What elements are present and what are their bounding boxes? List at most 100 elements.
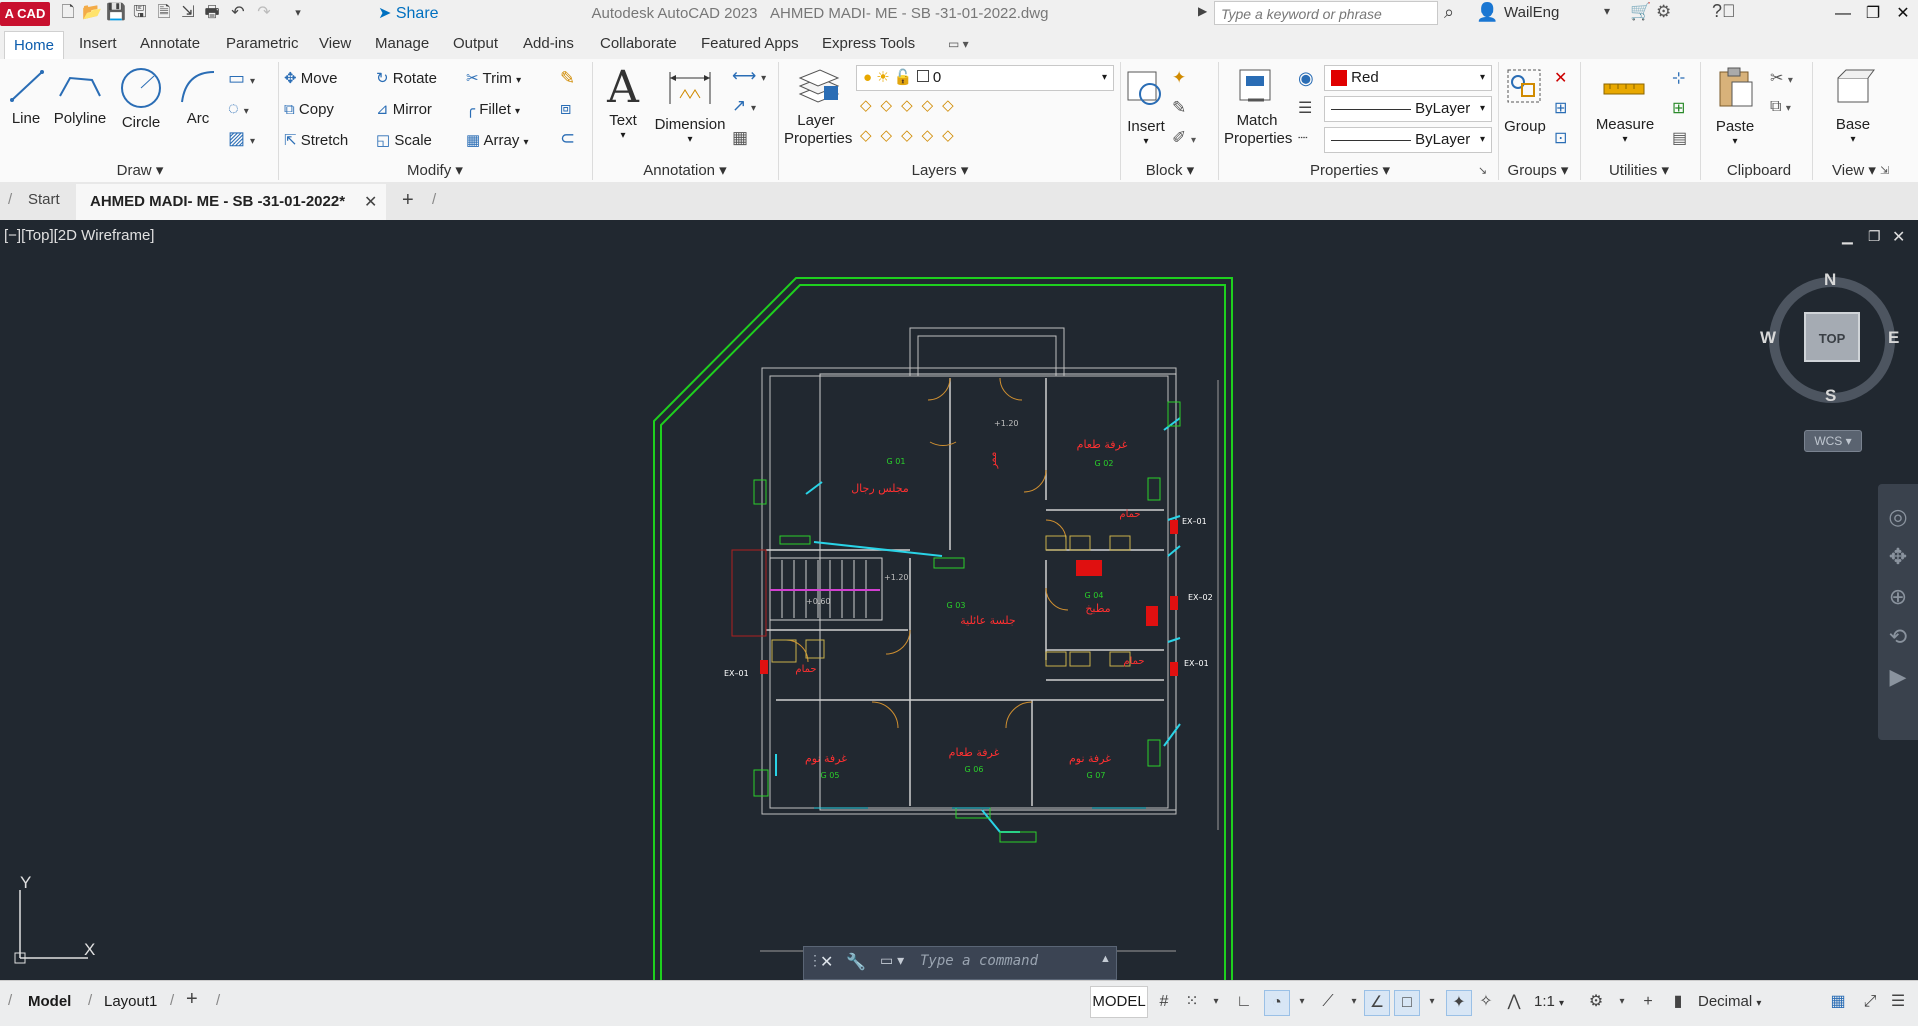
ribbon-minimize-icon[interactable]: ▭ ▾ (948, 29, 969, 59)
snap-icon[interactable]: ⁙ (1180, 990, 1204, 1014)
utilities-panel-title[interactable]: Utilities ▾ (1594, 160, 1684, 182)
file-tab-active[interactable]: AHMED MADI- ME - SB -31-01-2022* (76, 184, 386, 220)
share-button[interactable]: ➤ Share (378, 3, 439, 25)
gradient-icon[interactable]: ▨ ▾ (228, 128, 255, 149)
autodesk-app-icon[interactable]: ⚙ (1656, 2, 1671, 22)
application-menu-button[interactable]: A CAD (0, 2, 50, 26)
tab-output[interactable]: Output (453, 29, 498, 59)
open-from-web-icon[interactable]: 🗎 (154, 3, 174, 23)
import-icon[interactable]: ⇲ (178, 3, 198, 23)
rotate-tool[interactable]: ↻ Rotate (376, 66, 437, 92)
polar-tracking-icon[interactable]: ◔ (1264, 990, 1290, 1016)
steering-wheel-icon[interactable]: ◎ (1878, 504, 1918, 530)
tab-collaborate[interactable]: Collaborate (600, 29, 677, 59)
line-tool[interactable]: Line (6, 66, 46, 130)
ungroup-icon[interactable]: ✕ (1554, 68, 1567, 88)
group-selection-icon[interactable]: ⊡ (1554, 128, 1567, 148)
tab-parametric[interactable]: Parametric (226, 29, 299, 59)
viewcube[interactable]: TOP N S E W (1760, 270, 1899, 406)
new-file-icon[interactable]: 🗋 (58, 3, 78, 23)
wcs-menu[interactable]: WCS ▾ (1804, 430, 1862, 452)
trim-tool[interactable]: ✂ Trim ▾ (466, 66, 521, 92)
match-properties-tool[interactable]: Match Properties (1224, 64, 1292, 154)
annotation-monitor-icon[interactable]: + (1636, 990, 1660, 1014)
erase-icon[interactable]: ✎ (560, 68, 575, 89)
select-all-icon[interactable]: ⊞ (1672, 98, 1685, 118)
hatch-icon[interactable]: ◌ ▾ (228, 98, 249, 119)
user-name[interactable]: WailEng (1504, 4, 1559, 21)
cart-icon[interactable]: 🛒 (1630, 2, 1651, 22)
save-icon[interactable]: 💾 (106, 3, 126, 23)
offset-icon[interactable]: ⊂ (560, 128, 575, 149)
color-wheel-icon[interactable]: ◉ (1298, 68, 1314, 89)
object-snap-tracking-icon[interactable]: ∠ (1364, 990, 1390, 1016)
redo-icon[interactable]: ↷ (254, 3, 274, 23)
table-icon[interactable]: ▦ (732, 128, 748, 148)
measure-tool[interactable]: Measure ▾ (1590, 64, 1660, 154)
draw-panel-title[interactable]: Draw ▾ (100, 160, 180, 182)
auto-scale-icon[interactable]: ✧ (1474, 990, 1498, 1014)
mirror-tool[interactable]: ⊿ Mirror (376, 97, 432, 123)
command-customize-icon[interactable]: 🔧 (846, 952, 866, 972)
showmotion-icon[interactable]: ▶ (1878, 664, 1918, 690)
scale-tool[interactable]: ◱ Scale (376, 128, 432, 154)
close-tab-icon[interactable]: ✕ (364, 192, 377, 212)
user-icon[interactable]: 👤 (1476, 2, 1498, 23)
cut-icon[interactable]: ✂ ▾ (1770, 68, 1793, 88)
groups-panel-title[interactable]: Groups ▾ (1498, 160, 1578, 182)
search-input[interactable]: Type a keyword or phrase (1214, 1, 1438, 25)
layer-properties-tool[interactable]: Layer Properties (784, 64, 852, 154)
explode-icon[interactable]: ⧈ (560, 98, 571, 119)
clipboard-panel-title[interactable]: Clipboard (1714, 160, 1804, 182)
lineweight-dropdown[interactable]: ByLayer ▾ (1324, 127, 1492, 153)
group-edit-icon[interactable]: ⊞ (1554, 98, 1567, 118)
units-dropdown[interactable]: Decimal ▾ (1698, 990, 1761, 1014)
isodraft-dropdown-icon[interactable]: ▾ (1342, 990, 1366, 1014)
edit-block-icon[interactable]: ✎ (1172, 98, 1186, 118)
search-icon[interactable]: ⌕ (1444, 2, 1454, 23)
properties-panel-title[interactable]: Properties ▾ (1300, 160, 1400, 182)
calculator-icon[interactable]: ▤ (1672, 128, 1687, 148)
units-icon[interactable]: ▮ (1666, 990, 1690, 1014)
navigation-bar[interactable]: ◎ ✥ ⊕ ⟲ ▶ (1878, 484, 1918, 740)
compass-west[interactable]: W (1760, 328, 1776, 348)
ortho-icon[interactable]: ∟ (1232, 990, 1256, 1014)
properties-launcher-icon[interactable]: ↘ (1478, 164, 1487, 177)
osnap-dropdown-icon[interactable]: ▾ (1420, 990, 1444, 1014)
command-history-icon[interactable]: ▭ ▾ (880, 952, 904, 969)
orbit-icon[interactable]: ⟲ (1878, 624, 1918, 650)
compass-south[interactable]: S (1825, 386, 1836, 406)
compass-east[interactable]: E (1888, 328, 1899, 348)
save-as-icon[interactable]: 🖫 (130, 3, 150, 23)
viewcube-top-face[interactable]: TOP (1804, 312, 1860, 362)
polar-dropdown-icon[interactable]: ▾ (1290, 990, 1314, 1014)
undo-icon[interactable]: ↶ (228, 3, 248, 23)
tab-manage[interactable]: Manage (375, 29, 429, 59)
annotation-visibility-icon[interactable]: ✦ (1446, 990, 1472, 1016)
command-input[interactable]: Type a command (920, 953, 1038, 969)
base-view-tool[interactable]: Base ▾ (1828, 64, 1878, 154)
new-tab-icon[interactable]: + (402, 189, 414, 212)
file-tab-start[interactable]: Start (28, 191, 60, 208)
copy-clip-icon[interactable]: ⧉ ▾ (1770, 98, 1791, 116)
workspace-gear-icon[interactable]: ⚙ (1584, 990, 1608, 1014)
edit-attributes-icon[interactable]: ✐ ▾ (1172, 128, 1196, 148)
circle-tool[interactable]: Circle (118, 66, 164, 131)
tab-insert[interactable]: Insert (79, 29, 117, 59)
compass-north[interactable]: N (1824, 270, 1836, 290)
model-tab[interactable]: Model (28, 987, 71, 1017)
view-panel-title[interactable]: View ▾ (1822, 160, 1886, 182)
close-icon[interactable]: ✕ (1890, 2, 1916, 26)
pan-icon[interactable]: ✥ (1878, 544, 1918, 570)
layer-tools-row-2[interactable]: ◇◇◇◇◇ (860, 126, 963, 144)
plot-icon[interactable]: 🖶 (202, 3, 222, 23)
insert-tool[interactable]: Insert ▾ (1124, 64, 1168, 154)
add-layout-icon[interactable]: + (186, 988, 198, 1011)
snap-dropdown-icon[interactable]: ▾ (1204, 990, 1228, 1014)
open-folder-icon[interactable]: 📂 (82, 3, 102, 23)
customization-menu-icon[interactable]: ☰ (1886, 990, 1910, 1014)
view-panel-pin-icon[interactable]: ⇲ (1880, 164, 1889, 177)
minimize-icon[interactable]: — (1830, 2, 1856, 26)
annotation-scale-icon[interactable]: ⋀ (1502, 990, 1526, 1014)
layer-dropdown[interactable]: ● ☀ 🔓 0 ▾ (856, 65, 1114, 91)
